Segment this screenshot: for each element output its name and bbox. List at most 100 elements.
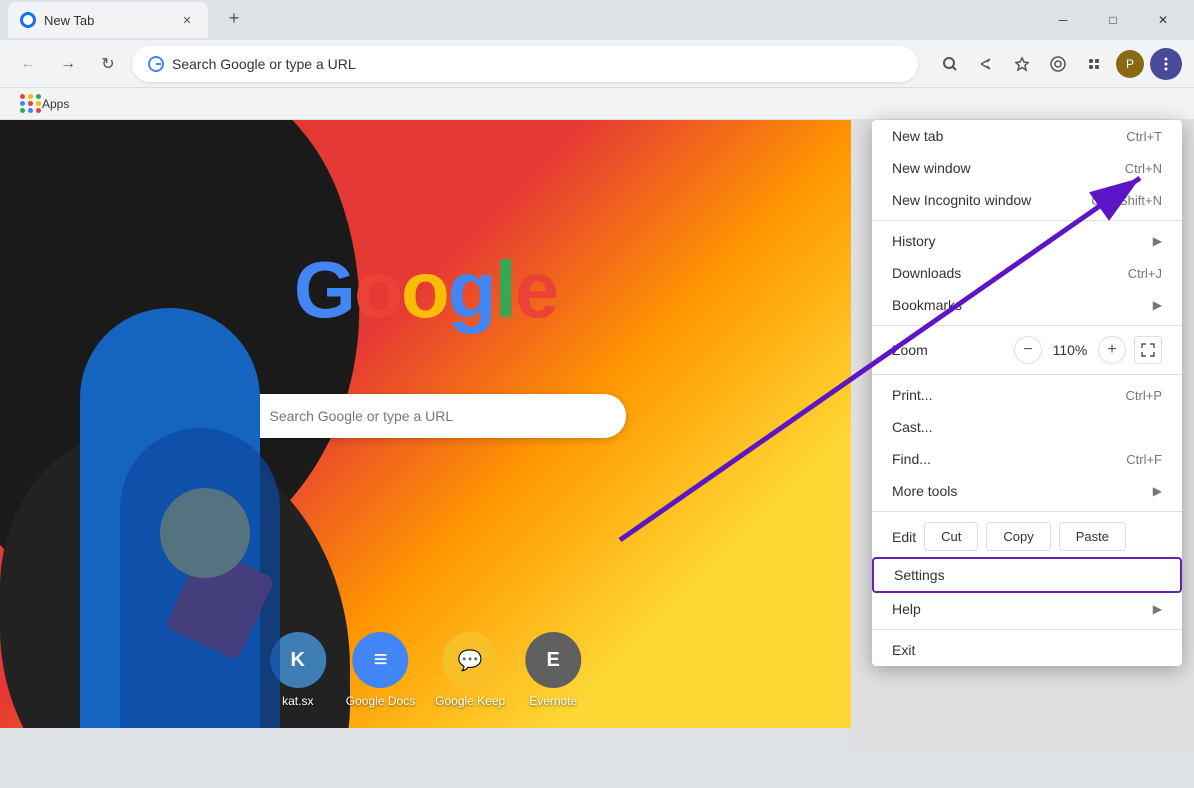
- zoom-controls: − 110% +: [1014, 336, 1162, 364]
- menu-item-more-tools-label: More tools: [892, 483, 957, 499]
- forward-button[interactable]: →: [52, 48, 84, 80]
- menu-item-incognito[interactable]: New Incognito window Ctrl+Shift+N: [872, 184, 1182, 216]
- more-menu-button[interactable]: [1150, 48, 1182, 80]
- shortcut-google-docs-label: Google Docs: [346, 694, 415, 708]
- zoom-label: Zoom: [892, 342, 1014, 358]
- menu-item-exit[interactable]: Exit: [872, 634, 1182, 666]
- new-tab-page: Google Search Google or type a URL K kat…: [0, 120, 851, 728]
- menu-divider-3: [872, 374, 1182, 375]
- apps-grid-icon: [20, 94, 38, 113]
- google-logo: Google: [294, 244, 558, 336]
- copy-button[interactable]: Copy: [986, 522, 1050, 551]
- shortcut-google-docs[interactable]: ≡ Google Docs: [346, 632, 415, 708]
- apps-label: Apps: [42, 97, 69, 111]
- menu-item-help-arrow: ▶: [1153, 602, 1162, 616]
- edit-row: Edit Cut Copy Paste: [872, 516, 1182, 557]
- zoom-expand-icon: [1141, 343, 1155, 357]
- bookmarks-bar: Apps: [0, 88, 1194, 120]
- chrome-icon[interactable]: [1042, 48, 1074, 80]
- menu-divider-5: [872, 629, 1182, 630]
- three-dots-icon: [1158, 56, 1174, 72]
- apps-bookmark[interactable]: Apps: [12, 90, 77, 117]
- share-icon[interactable]: [970, 48, 1002, 80]
- menu-item-new-tab-shortcut: Ctrl+T: [1126, 129, 1162, 144]
- tab-close-button[interactable]: ✕: [178, 11, 196, 29]
- menu-item-history-label: History: [892, 233, 936, 249]
- browser-window: New Tab ✕ + ─ □ ✕ ← → ↻ Search Google or…: [0, 0, 1194, 788]
- close-button[interactable]: ✕: [1140, 4, 1186, 36]
- menu-item-history-arrow: ▶: [1153, 234, 1162, 248]
- menu-item-find[interactable]: Find... Ctrl+F: [872, 443, 1182, 475]
- tab-favicon: [20, 12, 36, 28]
- zoom-value: 110%: [1050, 342, 1090, 358]
- menu-item-bookmarks[interactable]: Bookmarks ▶: [872, 289, 1182, 321]
- menu-item-help-label: Help: [892, 601, 921, 617]
- menu-item-new-tab[interactable]: New tab Ctrl+T: [872, 120, 1182, 152]
- blue-figure-2: [120, 428, 280, 728]
- address-bar: ← → ↻ Search Google or type a URL: [0, 40, 1194, 88]
- edit-label: Edit: [892, 529, 916, 545]
- profile-icon[interactable]: P: [1114, 48, 1146, 80]
- shortcuts-bar: K kat.sx ≡ Google Docs 💬 Google Keep E E…: [270, 632, 581, 708]
- extensions-icon[interactable]: [1078, 48, 1110, 80]
- zoom-row: Zoom − 110% +: [872, 330, 1182, 370]
- menu-item-downloads-shortcut: Ctrl+J: [1128, 266, 1162, 281]
- menu-item-new-window[interactable]: New window Ctrl+N: [872, 152, 1182, 184]
- zoom-plus-button[interactable]: +: [1098, 336, 1126, 364]
- menu-item-print[interactable]: Print... Ctrl+P: [872, 379, 1182, 411]
- menu-item-find-shortcut: Ctrl+F: [1126, 452, 1162, 467]
- back-button[interactable]: ←: [12, 48, 44, 80]
- google-g-icon: [148, 56, 164, 72]
- window-controls: ─ □ ✕: [1040, 4, 1186, 36]
- menu-item-cast[interactable]: Cast...: [872, 411, 1182, 443]
- menu-item-downloads[interactable]: Downloads Ctrl+J: [872, 257, 1182, 289]
- shortcut-evernote-icon: E: [525, 632, 581, 688]
- zoom-minus-button[interactable]: −: [1014, 336, 1042, 364]
- menu-item-print-shortcut: Ctrl+P: [1126, 388, 1162, 403]
- menu-divider-2: [872, 325, 1182, 326]
- chrome-menu: New tab Ctrl+T New window Ctrl+N New Inc…: [872, 120, 1182, 666]
- menu-divider-4: [872, 511, 1182, 512]
- shortcut-google-keep-icon: 💬: [442, 632, 498, 688]
- title-bar: New Tab ✕ + ─ □ ✕: [0, 0, 1194, 40]
- menu-item-history[interactable]: History ▶: [872, 225, 1182, 257]
- menu-item-bookmarks-arrow: ▶: [1153, 298, 1162, 312]
- restore-button[interactable]: □: [1090, 4, 1136, 36]
- menu-item-new-window-label: New window: [892, 160, 971, 176]
- menu-item-find-label: Find...: [892, 451, 931, 467]
- menu-item-more-tools[interactable]: More tools ▶: [872, 475, 1182, 507]
- shortcut-katsx-label: kat.sx: [282, 694, 313, 708]
- shortcut-google-keep-label: Google Keep: [435, 694, 505, 708]
- menu-item-exit-label: Exit: [892, 642, 915, 658]
- shortcut-evernote[interactable]: E Evernote: [525, 632, 581, 708]
- menu-item-more-tools-arrow: ▶: [1153, 484, 1162, 498]
- search-box[interactable]: Search Google or type a URL: [226, 394, 626, 438]
- menu-item-incognito-shortcut: Ctrl+Shift+N: [1091, 193, 1162, 208]
- url-bar[interactable]: Search Google or type a URL: [132, 46, 918, 82]
- menu-item-cast-label: Cast...: [892, 419, 932, 435]
- menu-item-print-label: Print...: [892, 387, 932, 403]
- url-text: Search Google or type a URL: [172, 56, 902, 72]
- menu-item-new-tab-label: New tab: [892, 128, 943, 144]
- paste-button[interactable]: Paste: [1059, 522, 1126, 551]
- reload-button[interactable]: ↻: [92, 48, 124, 80]
- menu-item-help[interactable]: Help ▶: [872, 593, 1182, 625]
- shortcut-evernote-label: Evernote: [529, 694, 577, 708]
- shortcut-google-keep[interactable]: 💬 Google Keep: [435, 632, 505, 708]
- minimize-button[interactable]: ─: [1040, 4, 1086, 36]
- active-tab[interactable]: New Tab ✕: [8, 2, 208, 38]
- menu-item-incognito-label: New Incognito window: [892, 192, 1031, 208]
- zoom-expand-button[interactable]: [1134, 336, 1162, 364]
- menu-divider-1: [872, 220, 1182, 221]
- tab-title: New Tab: [44, 13, 170, 28]
- menu-item-settings[interactable]: Settings: [872, 557, 1182, 593]
- toolbar-icons: P: [934, 48, 1182, 80]
- search-icon[interactable]: [934, 48, 966, 80]
- menu-item-settings-label: Settings: [894, 567, 945, 583]
- shortcut-google-docs-icon: ≡: [352, 632, 408, 688]
- profile-avatar: P: [1116, 50, 1144, 78]
- cut-button[interactable]: Cut: [924, 522, 978, 551]
- bookmark-star-icon[interactable]: [1006, 48, 1038, 80]
- search-input-placeholder: Search Google or type a URL: [270, 408, 454, 424]
- new-tab-button[interactable]: +: [220, 4, 248, 32]
